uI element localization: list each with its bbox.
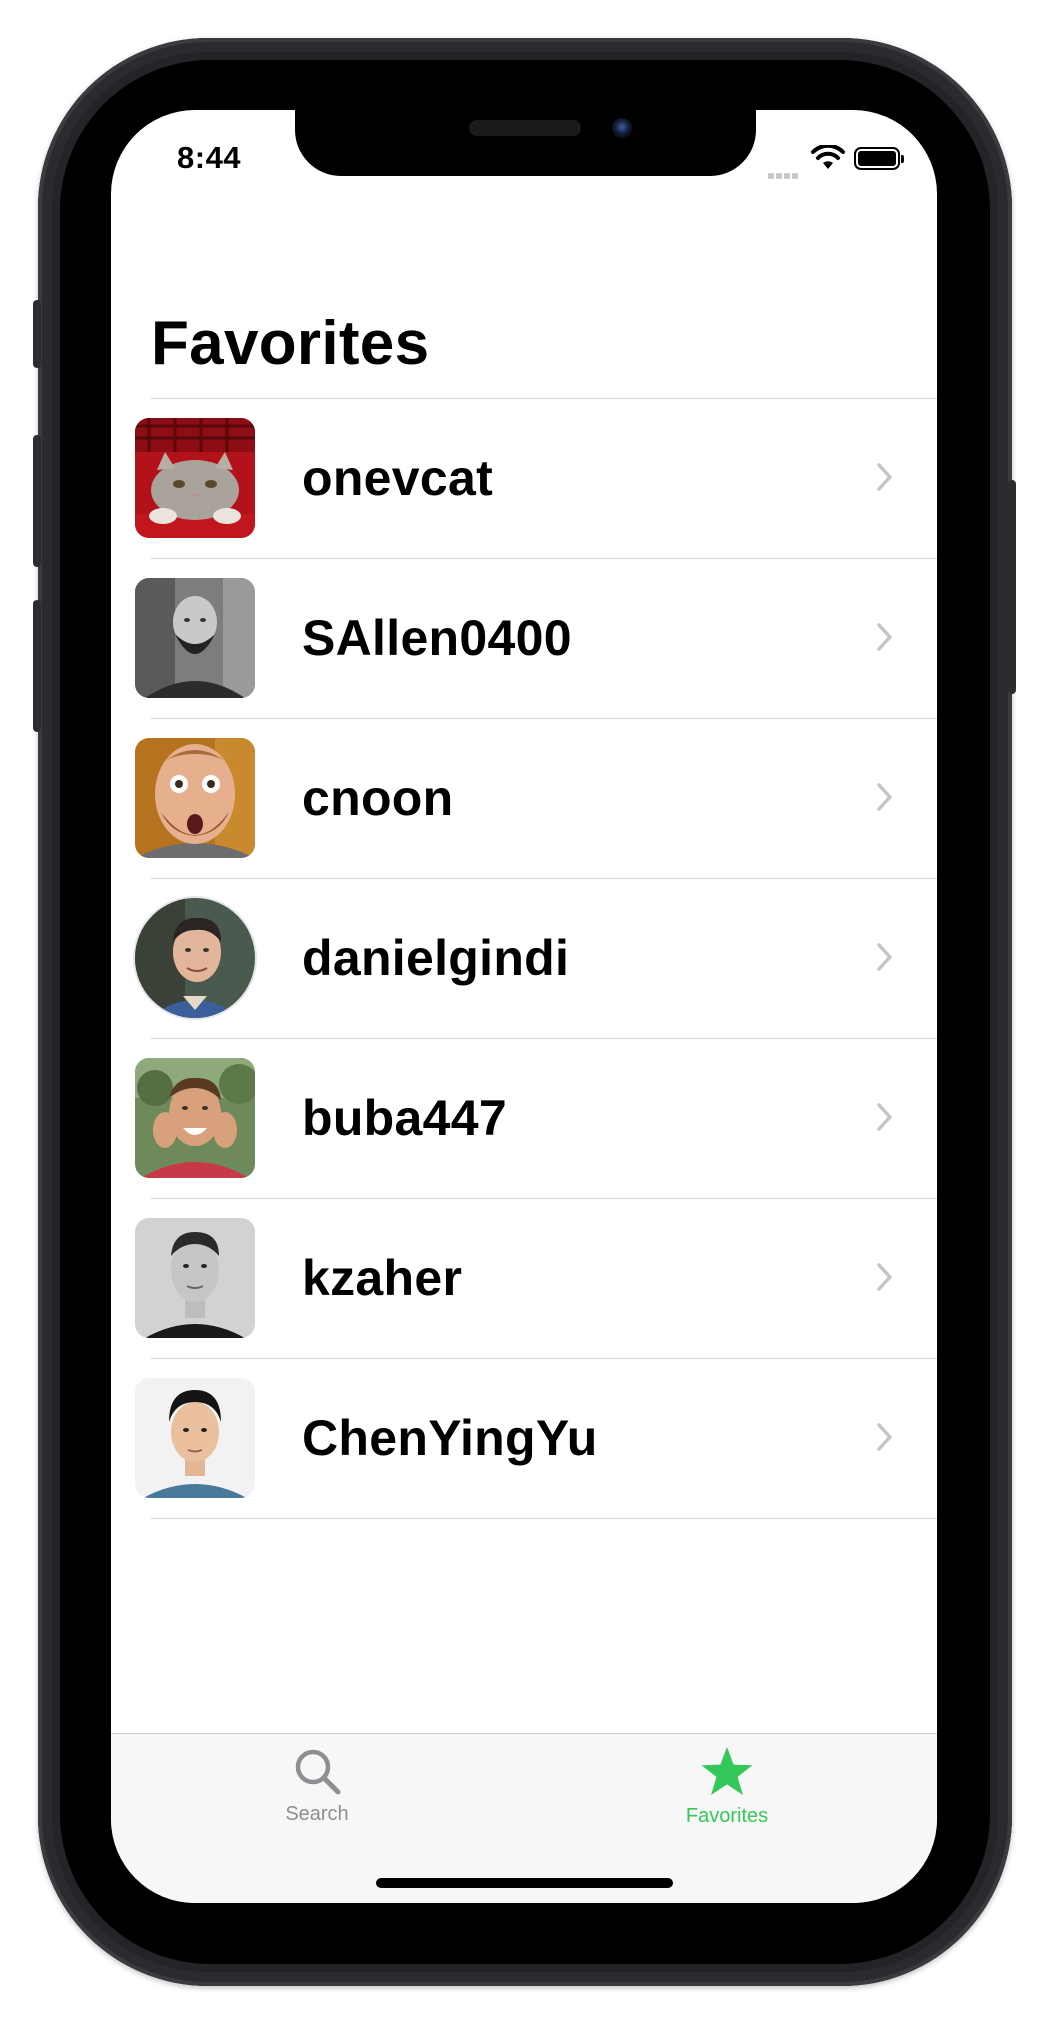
list-item[interactable]: cnoon xyxy=(111,719,937,879)
chevron-right-icon xyxy=(877,1423,892,1451)
star-icon xyxy=(701,1747,753,1795)
avatar xyxy=(135,898,255,1018)
avatar xyxy=(135,418,255,538)
list-item[interactable]: ChenYingYu xyxy=(111,1359,937,1519)
chevron-right-icon xyxy=(877,1263,892,1291)
volume-down-button xyxy=(33,600,41,732)
notch xyxy=(295,110,756,176)
silent-switch xyxy=(33,300,41,368)
username: SAllen0400 xyxy=(302,610,572,666)
row-divider xyxy=(151,1518,937,1519)
speaker-grille xyxy=(469,120,581,136)
front-camera xyxy=(612,118,632,138)
username: cnoon xyxy=(302,770,454,826)
favorites-list: onevcat SAllen0400 cnoon danielgindi bub… xyxy=(111,399,937,1519)
avatar xyxy=(135,1058,255,1178)
status-time: 8:44 xyxy=(177,140,242,175)
avatar xyxy=(135,578,255,698)
volume-up-button xyxy=(33,435,41,567)
username: ChenYingYu xyxy=(302,1410,598,1466)
username: onevcat xyxy=(302,450,494,506)
page-title: Favorites xyxy=(151,309,430,378)
list-item[interactable]: SAllen0400 xyxy=(111,559,937,719)
chevron-right-icon xyxy=(877,623,892,651)
avatar xyxy=(135,738,255,858)
list-item[interactable]: kzaher xyxy=(111,1199,937,1359)
avatar xyxy=(135,1378,255,1498)
avatar xyxy=(135,1218,255,1338)
search-icon xyxy=(295,1749,341,1795)
list-item[interactable]: danielgindi xyxy=(111,879,937,1039)
chevron-right-icon xyxy=(877,783,892,811)
username: danielgindi xyxy=(302,930,570,986)
app-screen: 8:44 Favorites onevcat SAllen0400 cnoon … xyxy=(111,110,937,1903)
tab-search[interactable]: Search xyxy=(247,1746,387,1826)
battery-icon xyxy=(854,147,904,170)
wifi-icon xyxy=(811,143,845,176)
chevron-right-icon xyxy=(877,943,892,971)
tab-favorites-label: Favorites xyxy=(685,1805,769,1827)
tab-favorites[interactable]: Favorites xyxy=(657,1746,797,1828)
chevron-right-icon xyxy=(877,1103,892,1131)
tab-search-label: Search xyxy=(285,1803,349,1825)
cellular-signal-icon xyxy=(768,166,800,184)
chevron-right-icon xyxy=(877,463,892,491)
username: kzaher xyxy=(302,1250,463,1306)
power-button xyxy=(1008,480,1016,694)
list-item[interactable]: onevcat xyxy=(111,399,937,559)
home-indicator[interactable] xyxy=(376,1878,673,1888)
username: buba447 xyxy=(302,1090,507,1146)
list-item[interactable]: buba447 xyxy=(111,1039,937,1199)
